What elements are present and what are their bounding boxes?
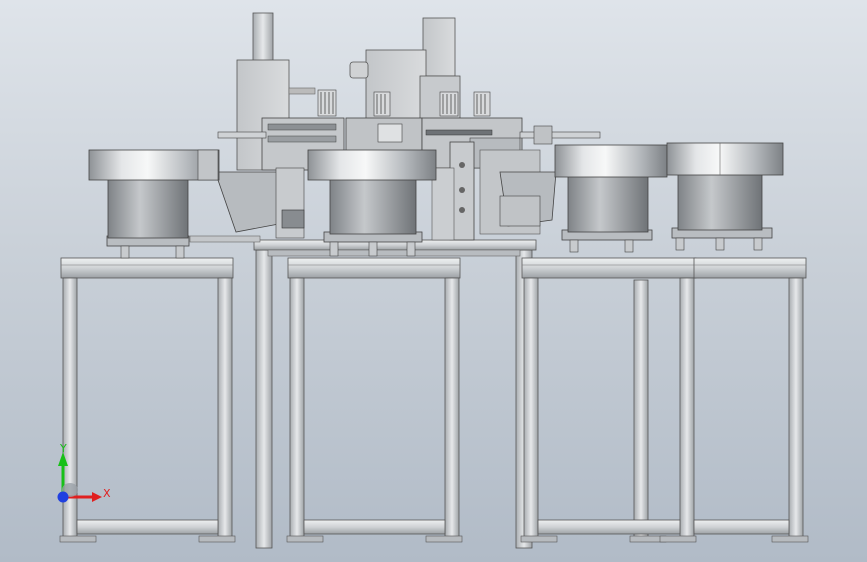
z-axis-dot-icon [57,491,69,503]
x-axis-label: X [103,487,111,500]
frame-bay-3 [515,249,697,549]
frame-center-post [255,249,273,549]
x-axis-arrow-icon [92,492,102,502]
feeder-bowl-3 [554,144,668,253]
feeder-bowl-4 [666,142,784,251]
frame-bay-1 [59,257,236,543]
y-axis-label: Y [59,442,67,455]
feeder-bowl-2 [307,149,437,257]
cad-viewport[interactable]: X Y [0,0,867,562]
frame-bay-2 [286,257,463,543]
assembly-model[interactable]: X Y [0,0,867,562]
